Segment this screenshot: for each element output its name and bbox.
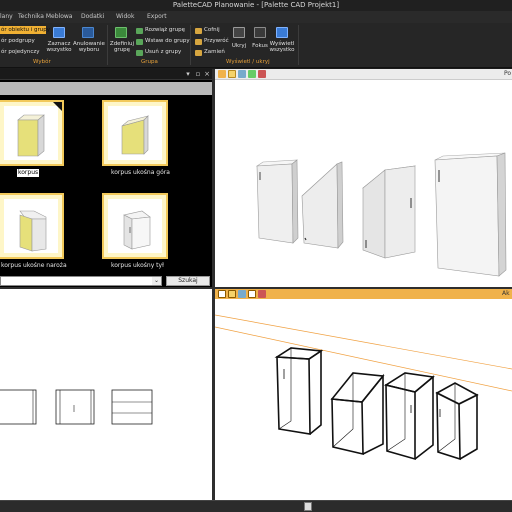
wireframe-cabinets-3d bbox=[215, 314, 512, 461]
color-icon[interactable] bbox=[258, 290, 266, 298]
focus-icon[interactable] bbox=[254, 27, 266, 38]
menu-item-widok[interactable]: Widok bbox=[116, 11, 134, 23]
catalog-item-label: korpus ukośna góra bbox=[111, 169, 170, 176]
pin-icon[interactable]: ▾ bbox=[184, 71, 192, 78]
app-window: PaletteCAD Planowanie - [Palette CAD Pro… bbox=[0, 0, 512, 512]
remove-from-group-label[interactable]: Usuń z grupy bbox=[145, 49, 181, 56]
render-icon[interactable] bbox=[248, 290, 256, 298]
catalog-item-label: korpus ukośne naroża bbox=[1, 262, 67, 269]
hide-label[interactable]: Ukryj bbox=[228, 43, 250, 50]
ungroup-icon[interactable] bbox=[136, 28, 143, 34]
select-icon[interactable] bbox=[238, 70, 246, 78]
ribbon-separator bbox=[190, 25, 191, 65]
viewport-name: Ak bbox=[502, 290, 510, 297]
insert-to-group-icon[interactable] bbox=[136, 39, 143, 45]
show-all-icon[interactable] bbox=[276, 27, 288, 38]
viewport-name: Po bbox=[504, 70, 512, 77]
select-icon[interactable] bbox=[238, 290, 246, 298]
select-all-icon[interactable] bbox=[53, 27, 65, 38]
remove-from-group-icon[interactable] bbox=[136, 50, 143, 56]
select-subgroup-option[interactable]: ór podgrupy bbox=[1, 38, 35, 45]
catalog-search-input[interactable] bbox=[0, 276, 162, 286]
zoom-icon[interactable] bbox=[218, 70, 226, 78]
menu-item-export[interactable]: Export bbox=[147, 11, 167, 23]
menu-bar: lany Technika Meblowa Dodatki Widok Expo… bbox=[0, 11, 512, 23]
ribbon: ór obiektu i grupy ór podgrupy ór pojedy… bbox=[0, 23, 512, 68]
menu-item-technika-meblowa[interactable]: Technika Meblowa bbox=[18, 11, 72, 23]
cancel-selection-icon[interactable] bbox=[82, 27, 94, 38]
maximize-icon[interactable]: ▫ bbox=[194, 71, 202, 78]
wireframe-viewport[interactable]: Ak bbox=[215, 289, 512, 500]
hide-icon[interactable] bbox=[233, 27, 245, 38]
undo-view-icon[interactable] bbox=[195, 28, 202, 34]
status-bar bbox=[0, 500, 512, 512]
perspective-viewport[interactable]: Po bbox=[215, 69, 512, 287]
catalog-item-korpus[interactable] bbox=[0, 100, 64, 166]
select-all-label-line2[interactable]: wszystko bbox=[44, 47, 74, 54]
restore-view-icon[interactable] bbox=[195, 39, 202, 45]
window-title: PaletteCAD Planowanie - [Palette CAD Pro… bbox=[172, 1, 340, 9]
selected-corner-marker bbox=[53, 102, 62, 111]
restore-view-label[interactable]: Przywróć bbox=[204, 38, 229, 45]
rendered-cabinets-3d bbox=[255, 152, 507, 277]
cabinet-preview-image bbox=[108, 106, 162, 160]
catalog-item-label: korpus ukośny tył bbox=[111, 262, 164, 269]
catalog-panel-header: ▾ ▫ × bbox=[0, 69, 212, 80]
show-all-label-line2[interactable]: wszystko bbox=[268, 47, 296, 54]
show-hide-group-label: Wyświetl / ukryj bbox=[226, 59, 270, 65]
catalog-panel: ▾ ▫ × korpus korpus ukośna góra korpus u… bbox=[0, 69, 212, 287]
catalog-item-korpus-ukosny-tyl[interactable] bbox=[102, 193, 168, 259]
swap-view-icon[interactable] bbox=[195, 50, 202, 56]
menu-item-dodatki[interactable]: Dodatki bbox=[81, 11, 104, 23]
viewport-toolbar: Ak bbox=[215, 289, 512, 299]
render-icon[interactable] bbox=[248, 70, 256, 78]
color-icon[interactable] bbox=[258, 70, 266, 78]
view-mode-icon[interactable] bbox=[228, 290, 236, 298]
menu-item-plany[interactable]: lany bbox=[0, 11, 13, 23]
insert-to-group-label[interactable]: Wstaw do grupy bbox=[145, 38, 190, 45]
catalog-item-korpus-ukosne-naroza[interactable] bbox=[0, 193, 64, 259]
swap-view-label[interactable]: Zamień bbox=[204, 49, 225, 56]
cabinet-preview-image bbox=[4, 106, 58, 160]
window-title-bar: PaletteCAD Planowanie - [Palette CAD Pro… bbox=[0, 0, 512, 11]
calculator-icon[interactable] bbox=[304, 502, 312, 511]
viewport-toolbar: Po bbox=[215, 69, 512, 80]
front-viewport[interactable] bbox=[0, 289, 212, 500]
cancel-selection-label-line2[interactable]: wyboru bbox=[72, 47, 106, 54]
view-mode-icon[interactable] bbox=[228, 70, 236, 78]
chevron-down-icon[interactable]: ⌄ bbox=[152, 277, 161, 285]
define-group-label-line2[interactable]: grupę bbox=[107, 47, 137, 54]
cabinet-preview-image bbox=[108, 199, 162, 253]
cabinet-preview-image bbox=[4, 199, 58, 253]
catalog-path-bar bbox=[0, 82, 212, 95]
undo-view-label[interactable]: Cofnij bbox=[204, 27, 220, 34]
select-object-and-group-option[interactable]: ór obiektu i grupy bbox=[1, 27, 50, 34]
group-group-label: Grupa bbox=[141, 59, 158, 65]
selection-group-label: Wybór bbox=[33, 59, 51, 65]
search-button[interactable]: Szukaj bbox=[166, 276, 210, 286]
front-elevation-drawing bbox=[0, 389, 153, 425]
catalog-item-korpus-ukosna-gora[interactable] bbox=[102, 100, 168, 166]
catalog-item-label: korpus bbox=[17, 169, 40, 177]
ribbon-separator bbox=[298, 25, 299, 65]
define-group-icon[interactable] bbox=[115, 27, 127, 38]
zoom-icon[interactable] bbox=[218, 290, 226, 298]
close-icon[interactable]: × bbox=[203, 71, 211, 78]
ungroup-label[interactable]: Rozwiąż grupę bbox=[145, 27, 185, 34]
select-single-option[interactable]: ór pojedynczy bbox=[1, 49, 40, 56]
